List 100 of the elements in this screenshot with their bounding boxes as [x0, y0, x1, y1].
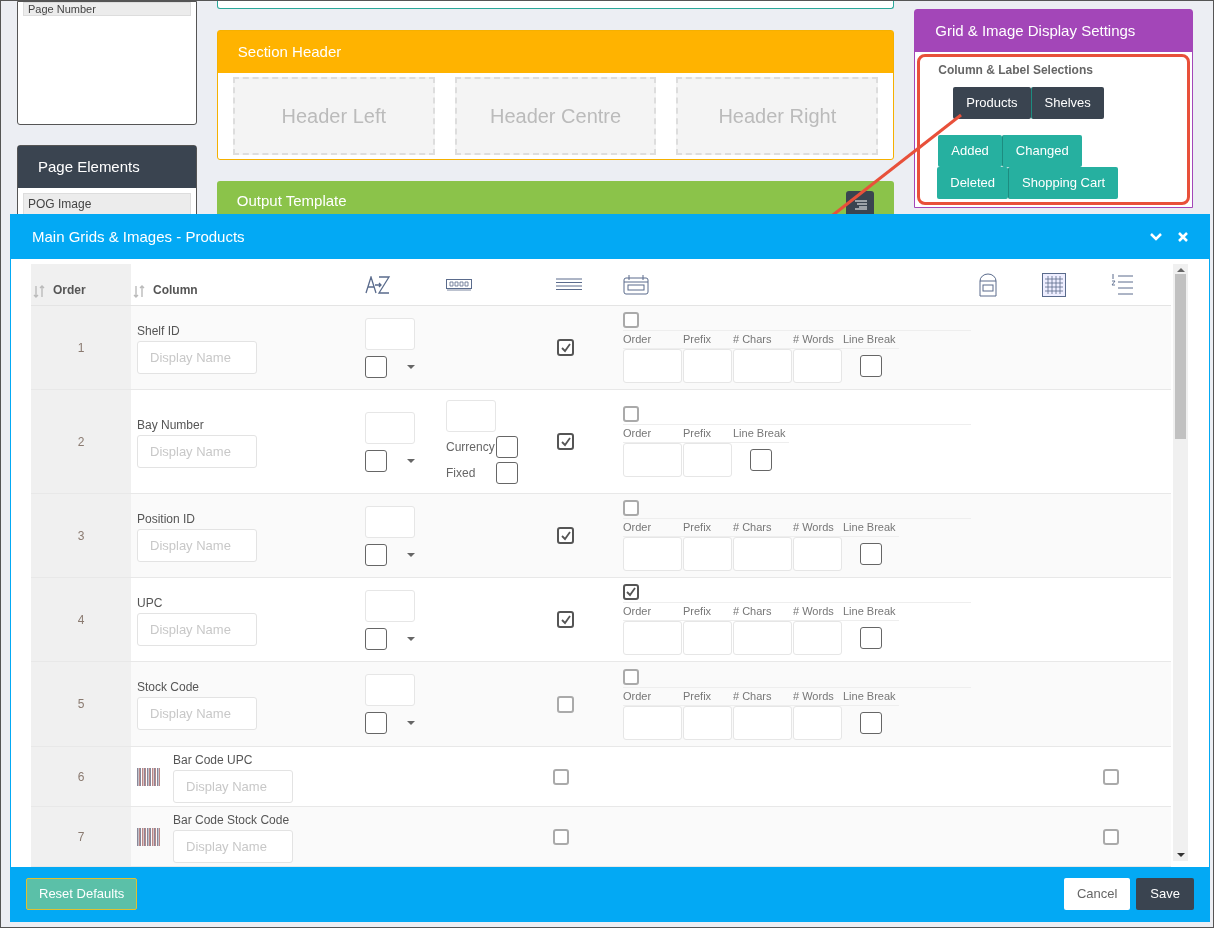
field-label: Line Break: [843, 687, 899, 706]
checkbox[interactable]: [557, 527, 574, 544]
checkbox[interactable]: [1103, 768, 1119, 785]
checkbox[interactable]: [557, 339, 574, 356]
input-field[interactable]: [365, 505, 415, 538]
checkbox[interactable]: [557, 611, 574, 628]
field-label: Line Break: [733, 425, 789, 443]
checkbox[interactable]: [623, 312, 639, 328]
column-label: Bar Code UPC: [173, 751, 254, 769]
column-label: Bay Number: [137, 416, 205, 434]
scrollbar-thumb[interactable]: [1175, 274, 1186, 439]
column-label: Bar Code Stock Code: [173, 811, 291, 829]
chevron-down-icon[interactable]: [1150, 233, 1162, 241]
input-field[interactable]: [683, 705, 732, 740]
caret-icon[interactable]: [407, 721, 415, 725]
input-field[interactable]: [683, 621, 732, 655]
bucket-icon[interactable]: [979, 272, 997, 297]
input-field[interactable]: [365, 411, 415, 444]
checkbox[interactable]: [557, 433, 574, 450]
panel-title: Page Elements: [18, 146, 196, 188]
input-field[interactable]: [683, 349, 732, 383]
input-field[interactable]: [793, 621, 842, 655]
order-number: 3: [77, 527, 85, 545]
grid-icon[interactable]: [1042, 272, 1066, 297]
input-field[interactable]: [623, 349, 682, 383]
checkbox[interactable]: [553, 828, 569, 845]
checkbox[interactable]: [365, 627, 387, 650]
caret-icon[interactable]: [407, 364, 415, 369]
field-label: Line Break: [843, 519, 899, 537]
scroll-up-icon[interactable]: [1176, 268, 1185, 272]
section-title: Output Template: [236, 190, 347, 211]
checkbox[interactable]: [623, 406, 639, 422]
checkbox[interactable]: [553, 768, 569, 785]
checkbox[interactable]: [496, 461, 518, 484]
input-field[interactable]: [793, 705, 842, 740]
caret-icon[interactable]: [407, 636, 415, 641]
caret-icon[interactable]: [407, 552, 415, 557]
input-field[interactable]: [793, 537, 842, 571]
checkbox[interactable]: [623, 668, 639, 685]
checkbox[interactable]: [365, 543, 387, 566]
checkbox[interactable]: [623, 584, 639, 600]
input-field[interactable]: [733, 537, 792, 571]
checkbox[interactable]: [860, 627, 882, 649]
input-field[interactable]: [733, 705, 792, 740]
modal-title: Main Grids & Images - Products: [32, 226, 245, 247]
column-label: UPC: [137, 594, 164, 612]
checkbox[interactable]: [365, 449, 387, 472]
scrollbar[interactable]: [1173, 264, 1188, 861]
input-field[interactable]: [365, 317, 415, 350]
barcode-icon: [137, 827, 161, 846]
a-z-icon[interactable]: [365, 275, 391, 294]
checkbox[interactable]: [860, 711, 882, 734]
checkbox[interactable]: [860, 543, 882, 565]
number-pad-icon[interactable]: [446, 278, 472, 291]
input-field[interactable]: [623, 621, 682, 655]
barcode-icon: [137, 767, 161, 786]
column-header[interactable]: Order: [53, 281, 86, 299]
sort-icon[interactable]: [133, 285, 145, 299]
field-label: # Chars: [733, 687, 793, 706]
checkbox[interactable]: [623, 500, 639, 516]
checkbox[interactable]: [860, 355, 882, 377]
column-label: Position ID: [137, 510, 197, 528]
input-field[interactable]: [623, 537, 682, 571]
checkbox[interactable]: [365, 355, 387, 378]
caret-icon[interactable]: [407, 458, 415, 463]
input-field[interactable]: [683, 537, 732, 571]
sort-icon[interactable]: [33, 285, 45, 299]
input-field[interactable]: [733, 349, 792, 383]
scroll-down-icon[interactable]: [1176, 853, 1185, 857]
order-number: 4: [77, 611, 85, 629]
input-field[interactable]: [623, 705, 682, 740]
input-field[interactable]: [683, 443, 732, 477]
numbered-list-icon[interactable]: [1111, 272, 1133, 297]
section-title: Section Header: [217, 31, 894, 73]
toggle-button[interactable]: Products: [953, 87, 1031, 119]
element-item[interactable]: Page Number: [23, 2, 191, 16]
input-field[interactable]: [365, 674, 415, 706]
filter-icon: [853, 200, 868, 210]
toggle-button[interactable]: Shelves: [1030, 87, 1104, 119]
input-field[interactable]: [793, 349, 842, 383]
save-button[interactable]: Save: [1136, 878, 1194, 910]
checkbox[interactable]: [750, 449, 772, 471]
column-label: Stock Code: [137, 679, 201, 696]
input-field[interactable]: [446, 399, 496, 432]
input-field[interactable]: [365, 589, 415, 622]
cancel-button[interactable]: Cancel: [1063, 878, 1131, 910]
input-field[interactable]: [733, 621, 792, 655]
checkbox[interactable]: [496, 435, 518, 458]
checkbox[interactable]: [365, 712, 387, 734]
order-number: 7: [77, 828, 85, 846]
column-header[interactable]: Column: [153, 281, 198, 299]
calendar-icon[interactable]: [623, 274, 649, 295]
checkbox[interactable]: [557, 695, 574, 713]
option-label: Currency: [446, 438, 496, 456]
input-field[interactable]: [623, 443, 682, 477]
lines-icon[interactable]: [556, 277, 582, 292]
close-icon[interactable]: [1178, 232, 1188, 242]
column-label: Shelf ID: [137, 322, 181, 340]
checkbox[interactable]: [1103, 828, 1119, 845]
element-item[interactable]: POG Image: [23, 193, 191, 215]
